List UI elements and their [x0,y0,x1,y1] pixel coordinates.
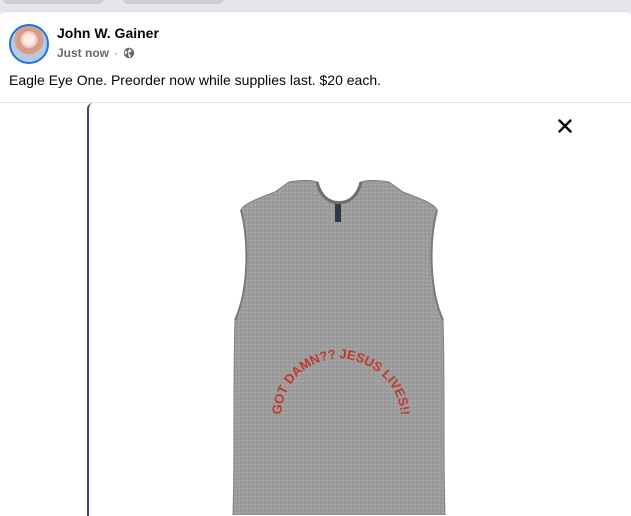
shirt-image: GOT DAMN??? JESUS LIVES!!! [231,180,446,515]
globe-icon[interactable] [123,47,135,59]
top-tab-2[interactable] [123,0,223,4]
post-meta: Just now · [57,46,135,60]
top-tab-1[interactable] [3,0,103,4]
post-header: John W. Gainer Just now · [0,12,631,68]
close-icon[interactable] [554,115,576,137]
top-strip [0,0,631,11]
post-text: Eagle Eye One. Preorder now while suppli… [9,72,381,88]
author-name[interactable]: John W. Gainer [57,25,159,41]
post-timestamp[interactable]: Just now [57,46,109,60]
meta-separator: · [114,46,119,60]
avatar[interactable] [9,24,49,64]
